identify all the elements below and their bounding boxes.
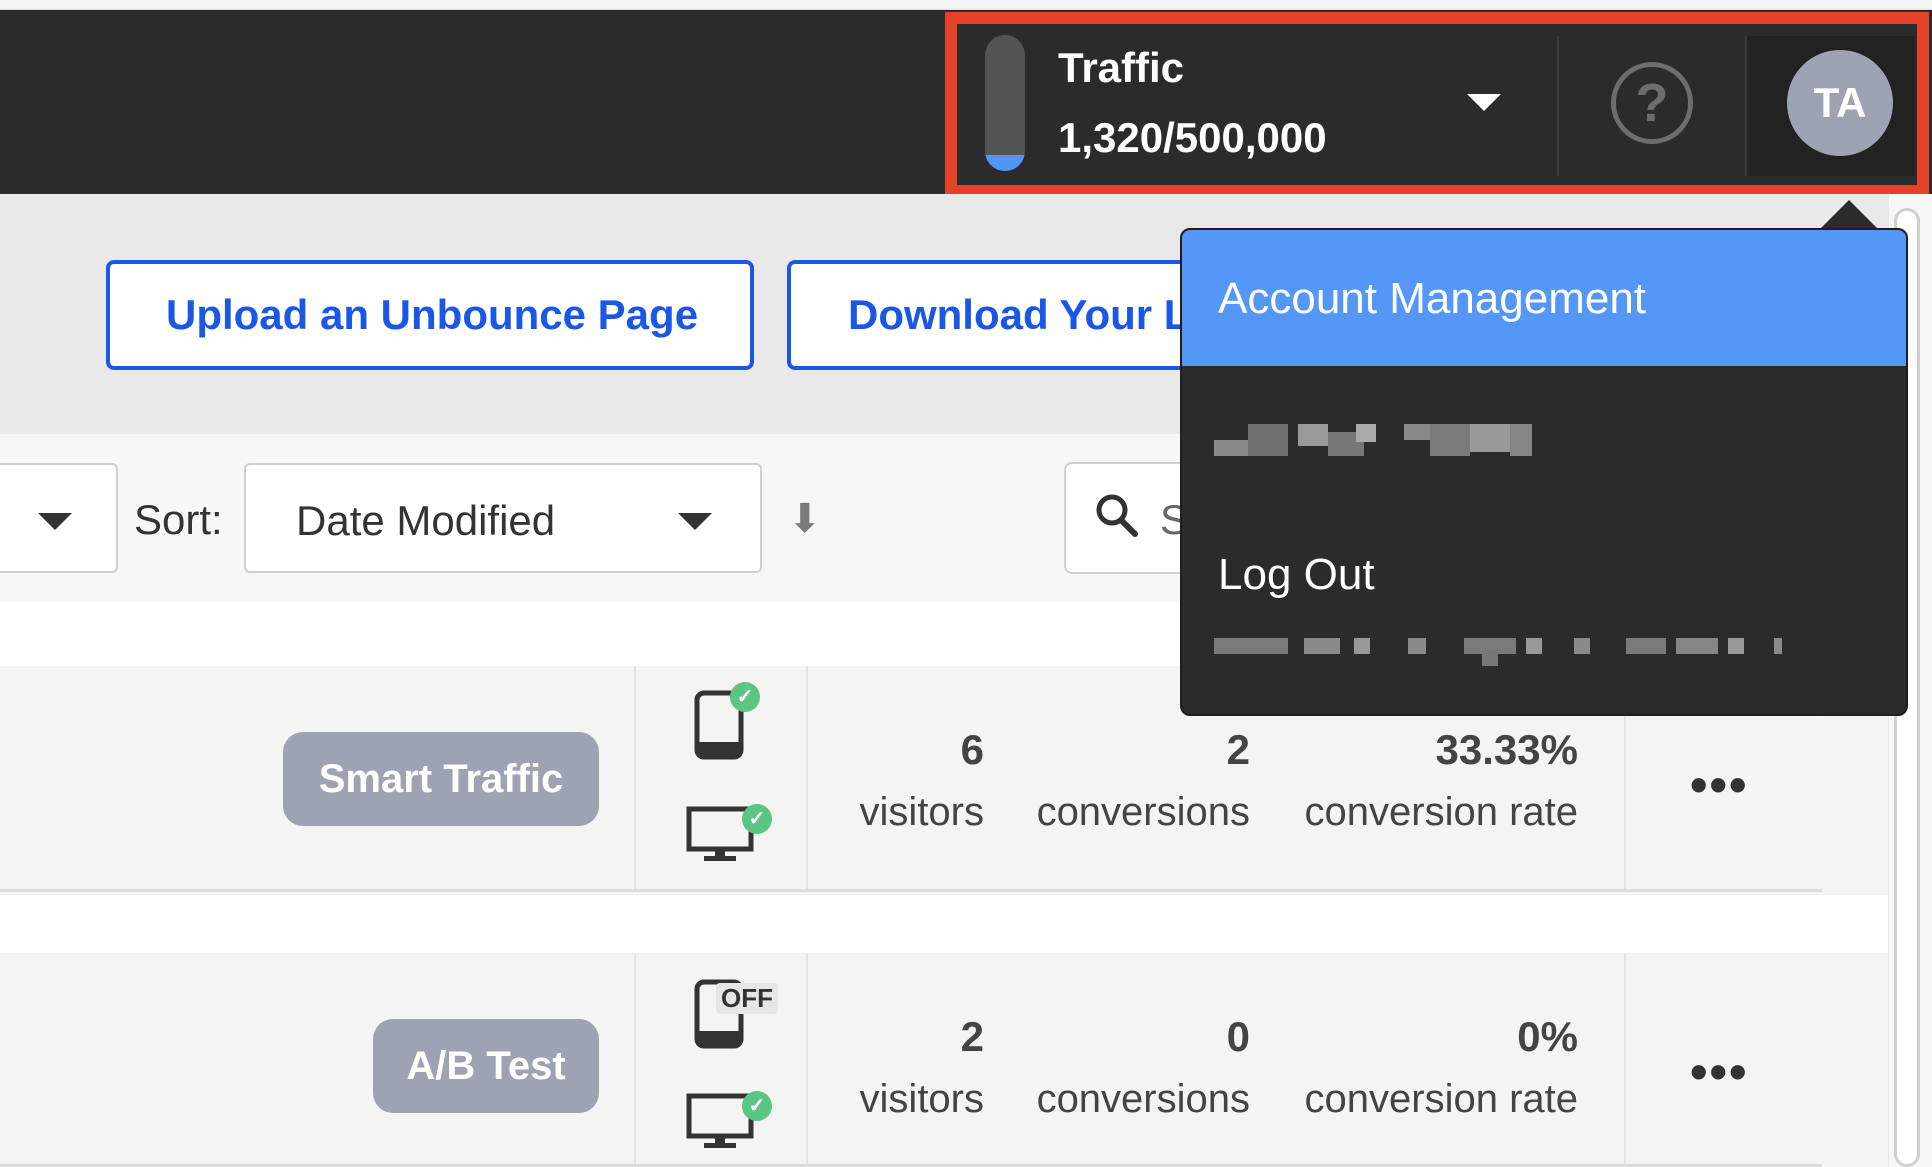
- sort-label: Sort:: [134, 496, 223, 543]
- upload-page-button[interactable]: Upload an Unbounce Page: [106, 260, 754, 370]
- menu-item-label: Account Management: [1218, 274, 1647, 323]
- more-icon[interactable]: •••: [1690, 756, 1749, 814]
- chevron-down-icon: [38, 513, 72, 530]
- divider: [634, 953, 636, 1164]
- divider: [806, 953, 808, 1164]
- conversions-count: 0: [1226, 1013, 1250, 1060]
- download-button[interactable]: Download Your L: [787, 260, 1207, 370]
- conversion-rate-label: conversion rate: [1304, 790, 1578, 834]
- conversions-label: conversions: [1036, 790, 1250, 834]
- check-icon: ✓: [730, 682, 760, 712]
- off-badge: OFF: [716, 983, 778, 1014]
- conversion-rate: 0%: [1517, 1013, 1578, 1060]
- chevron-down-icon: [678, 513, 712, 530]
- logout-link[interactable]: Log Out: [1218, 550, 1375, 600]
- visitors-count: 6: [960, 726, 984, 773]
- sort-select[interactable]: Date Modified: [244, 463, 762, 573]
- conversions-label: conversions: [1036, 1077, 1250, 1121]
- check-icon: ✓: [742, 804, 772, 834]
- status-badge: Smart Traffic: [283, 732, 599, 826]
- divider: [1624, 953, 1626, 1164]
- visitors-label: visitors: [859, 790, 984, 834]
- check-icon: ✓: [742, 1091, 772, 1121]
- filter-select[interactable]: [0, 463, 118, 573]
- app-window: Traffic 1,320/500,000 ? TA Upload an Unb…: [0, 0, 1932, 1167]
- status-badge: A/B Test: [373, 1019, 599, 1113]
- visitors-label: visitors: [859, 1077, 984, 1121]
- conversions-count: 2: [1226, 726, 1250, 773]
- visitors-count: 2: [960, 1013, 984, 1060]
- account-menu: Account Management Log Out: [1180, 228, 1908, 716]
- table-row: A/B Test OFF ✓ 2 visitors 0 conversions …: [0, 953, 1822, 1167]
- more-icon[interactable]: •••: [1690, 1043, 1749, 1101]
- divider: [634, 666, 636, 889]
- sort-arrow-icon[interactable]: ⬇: [788, 496, 822, 542]
- divider: [806, 666, 808, 889]
- browser-edge: [0, 0, 1932, 10]
- conversion-rate: 33.33%: [1435, 726, 1578, 773]
- menu-item-account-management[interactable]: Account Management: [1182, 230, 1906, 366]
- highlight-box: [945, 12, 1929, 197]
- conversion-rate-label: conversion rate: [1304, 1077, 1578, 1121]
- search-icon: [1096, 494, 1138, 537]
- spacer: [0, 895, 1932, 953]
- sort-value: Date Modified: [296, 497, 556, 544]
